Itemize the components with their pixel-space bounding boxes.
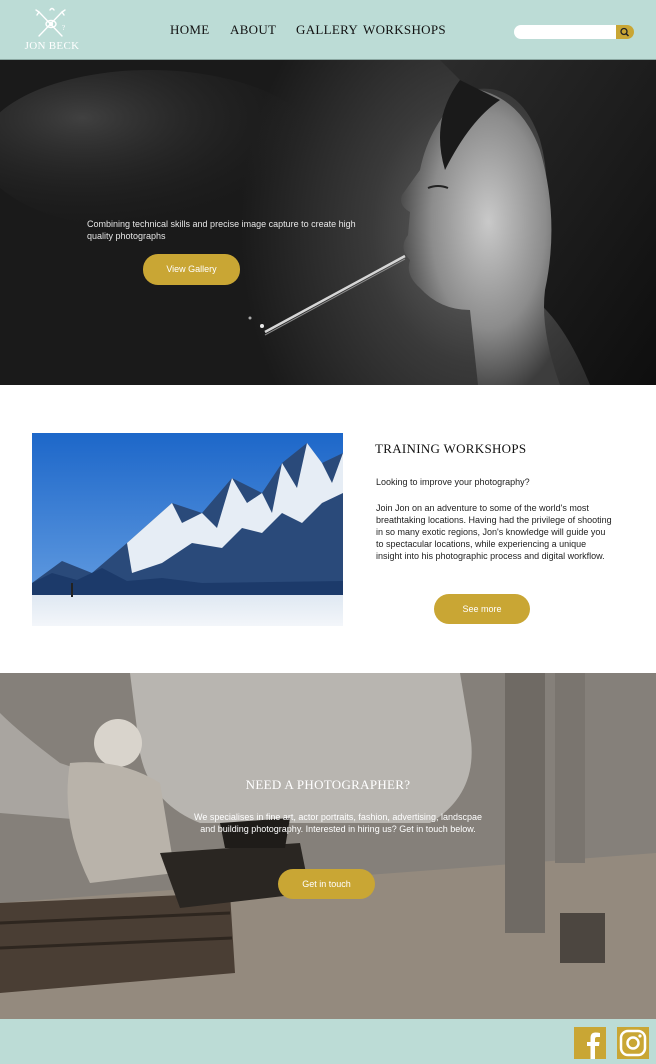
logo-emblem-icon: ? — [35, 7, 66, 37]
search-box — [514, 25, 634, 39]
svg-text:?: ? — [62, 24, 65, 32]
photographer-section: NEED A PHOTOGRAPHER? We specialises in f… — [0, 673, 656, 1019]
view-gallery-button[interactable]: View Gallery — [143, 254, 240, 285]
hero-tagline: Combining technical skills and precise i… — [87, 219, 356, 241]
workshops-section: TRAINING WORKSHOPS Looking to improve yo… — [0, 385, 656, 673]
nav-workshops[interactable]: WORKSHOPS — [363, 22, 446, 38]
search-input[interactable] — [514, 25, 618, 39]
site-header: ? JON BECK HOME ABOUT GALLERY WORKSHOPS — [0, 0, 656, 60]
instagram-link[interactable] — [617, 1027, 649, 1059]
search-icon — [620, 27, 630, 37]
workshops-body: Join Jon on an adventure to some of the … — [376, 503, 612, 561]
get-in-touch-button[interactable]: Get in touch — [278, 869, 375, 899]
photographer-title: NEED A PHOTOGRAPHER? — [245, 777, 411, 792]
mountain-image — [32, 433, 343, 626]
street-scene-image — [0, 673, 656, 1019]
see-more-button[interactable]: See more — [434, 594, 530, 624]
nav-gallery[interactable]: GALLERY — [296, 22, 358, 38]
logo-text: JON BECK — [24, 40, 80, 52]
instagram-icon — [617, 1027, 649, 1059]
workshops-lead: Looking to improve your photography? — [376, 477, 530, 487]
photographer-text: We specialises in fine art, actor portra… — [194, 812, 482, 834]
search-button[interactable] — [616, 25, 634, 39]
nav-home[interactable]: HOME — [170, 22, 209, 38]
nav-about[interactable]: ABOUT — [230, 22, 276, 38]
facebook-icon — [574, 1027, 606, 1059]
site-footer — [0, 1019, 656, 1064]
hero-section: Combining technical skills and precise i… — [0, 60, 656, 385]
facebook-link[interactable] — [574, 1027, 606, 1059]
logo[interactable]: ? JON BECK — [22, 6, 82, 54]
workshops-title: TRAINING WORKSHOPS — [375, 441, 527, 456]
